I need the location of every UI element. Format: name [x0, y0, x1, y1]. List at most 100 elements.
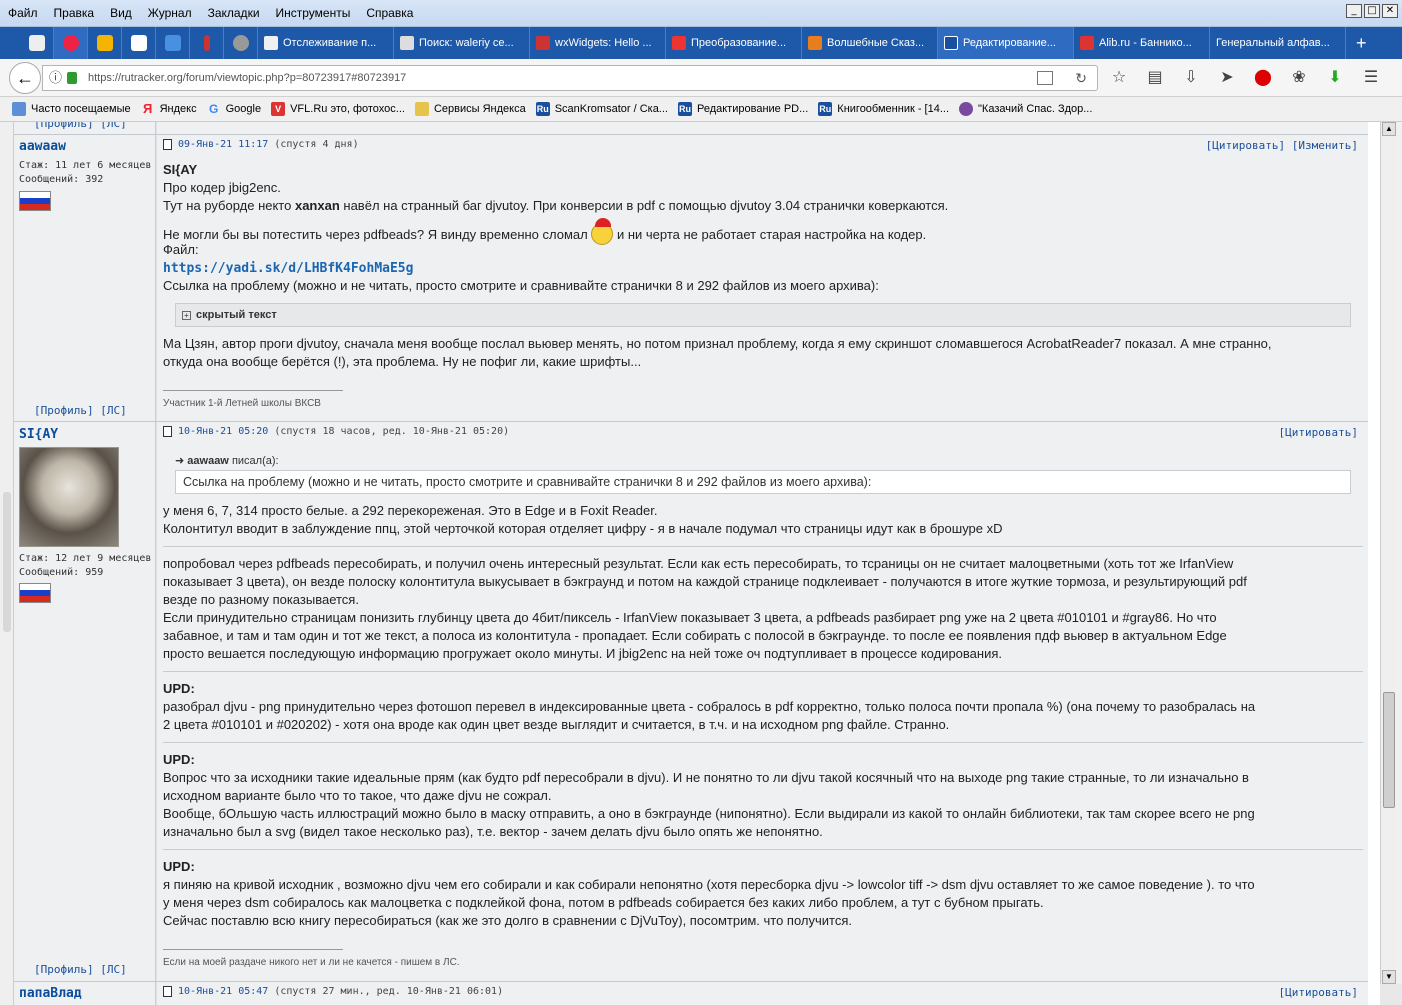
- post1-line: Не могли бы вы потестить через pdfbeads?…: [163, 218, 926, 245]
- pinned-tab-5[interactable]: [156, 27, 190, 59]
- menu-edit[interactable]: Правка: [46, 6, 103, 20]
- tab-4[interactable]: Преобразование...: [666, 27, 802, 59]
- send-icon[interactable]: ➤: [1216, 67, 1238, 87]
- tab-3[interactable]: wxWidgets: Hello ...: [530, 27, 666, 59]
- pinned-tab-6[interactable]: [190, 27, 224, 59]
- bookmark-yandex[interactable]: Я Яндекс: [141, 102, 197, 116]
- post3-meta: (спустя 27 мин., ред. 10-Янв-21 06:01): [274, 986, 504, 997]
- pinned-tab-2[interactable]: [54, 27, 88, 59]
- spoiler-label: скрытый текст: [196, 309, 277, 321]
- pinned-tab-7[interactable]: [224, 27, 258, 59]
- post2-date[interactable]: 10-Янв-21 05:20: [178, 426, 268, 437]
- close-button[interactable]: ✕: [1382, 4, 1398, 18]
- post-link-icon[interactable]: [163, 139, 172, 150]
- reader-view-icon[interactable]: [1037, 71, 1053, 85]
- star-icon: [62, 35, 79, 51]
- bookmark-google[interactable]: G Google: [207, 102, 261, 116]
- post1-author-panel: aawaaw Стаж: 11 лет 6 месяцев Сообщений:…: [14, 135, 156, 421]
- sidebar-collapse-strip[interactable]: [0, 122, 14, 1005]
- tab-5[interactable]: Волшебные Сказ...: [802, 27, 938, 59]
- minimize-button[interactable]: _: [1346, 4, 1362, 18]
- pinned-tab-4[interactable]: [122, 27, 156, 59]
- hidden-text-spoiler[interactable]: + скрытый текст: [175, 303, 1351, 327]
- post-link-icon[interactable]: [163, 426, 172, 437]
- bookmark-frequent[interactable]: Часто посещаемые: [12, 102, 131, 116]
- bookmark-label: Редактирование PD...: [696, 103, 809, 115]
- post2-line: попробовал через pdfbeads пересобирать, …: [163, 556, 1234, 571]
- scroll-down-arrow-icon[interactable]: ▼: [1382, 970, 1396, 984]
- tab-2[interactable]: Поиск: waleriy ce...: [394, 27, 530, 59]
- post1-profile-links[interactable]: [Профиль] [ЛС]: [34, 404, 127, 417]
- adblock-icon[interactable]: ⬤: [1252, 67, 1274, 87]
- menu-bookmarks[interactable]: Закладки: [200, 6, 268, 20]
- download-icon[interactable]: ⇩: [1180, 67, 1202, 87]
- bookmark-vfl[interactable]: V VFL.Ru это, фотохос...: [271, 102, 405, 116]
- tab-8[interactable]: Генеральный алфав...: [1210, 27, 1346, 59]
- signature-divider: [163, 949, 343, 950]
- quote-wrote: писал(а):: [231, 455, 279, 467]
- tab-6[interactable]: Редактирование...: [938, 27, 1074, 59]
- bookmark-kazachiy[interactable]: "Казачий Спас. Здор...: [959, 102, 1092, 116]
- prev-post-left: [Профиль] [ЛС]: [14, 122, 156, 134]
- tab-7[interactable]: Alib.ru - Баннико...: [1074, 27, 1210, 59]
- post3-author[interactable]: папаВлад: [19, 986, 82, 1001]
- back-button[interactable]: ←: [9, 62, 41, 94]
- extension-icon[interactable]: ❀: [1288, 67, 1310, 87]
- lock-icon: [67, 72, 77, 84]
- bookmark-label: Google: [225, 103, 262, 115]
- pinned-tab-1[interactable]: [20, 27, 54, 59]
- menu-icon[interactable]: ☰: [1360, 67, 1382, 87]
- post2-line: везде по разному показывается.: [163, 592, 359, 607]
- post1-date[interactable]: 09-Янв-21 11:17: [178, 139, 268, 150]
- menu-history[interactable]: Журнал: [140, 6, 200, 20]
- menu-help[interactable]: Справка: [358, 6, 421, 20]
- bookmark-scankromsator[interactable]: Ru ScanKromsator / Ска...: [535, 102, 668, 116]
- post-link-icon[interactable]: [163, 986, 172, 997]
- library-icon[interactable]: ▤: [1144, 67, 1166, 87]
- reload-icon[interactable]: ↻: [1075, 66, 1087, 90]
- post1-author[interactable]: aawaaw: [19, 139, 66, 154]
- bookmark-book-exchange[interactable]: Ru Книгообменник - [14...: [818, 102, 949, 116]
- post2-profile-links[interactable]: [Профиль] [ЛС]: [34, 963, 127, 976]
- bookmarks-bar: Часто посещаемые Я Яндекс G Google V VFL.Ru…: [0, 97, 1402, 122]
- sidebar-grip[interactable]: [3, 492, 11, 632]
- download-helper-icon[interactable]: ⬇: [1324, 67, 1346, 87]
- resize-corner[interactable]: [1380, 984, 1402, 1005]
- bookmark-pdf-edit[interactable]: Ru Редактирование PD...: [677, 102, 809, 116]
- post1-actions[interactable]: [Цитировать] [Изменить]: [1206, 139, 1358, 152]
- post2-actions[interactable]: [Цитировать]: [1279, 426, 1358, 439]
- bookmark-yandex-services[interactable]: Сервисы Яндекса: [414, 102, 526, 116]
- tab-5-icon: [808, 36, 822, 50]
- pinned-tab-3[interactable]: [88, 27, 122, 59]
- post1-stage: Стаж: 11 лет 6 месяцев: [19, 160, 152, 171]
- new-tab-button[interactable]: +: [1346, 33, 1377, 54]
- tab-bar: Отслеживание п... Поиск: waleriy ce... w…: [0, 27, 1402, 59]
- menu-tools[interactable]: Инструменты: [268, 6, 359, 20]
- menu-view[interactable]: Вид: [102, 6, 140, 20]
- vertical-scrollbar[interactable]: ▲ ▼: [1380, 122, 1396, 984]
- post3-actions[interactable]: [Цитировать]: [1279, 986, 1358, 999]
- url-bar[interactable]: ⓘ https://rutracker.org/forum/viewtopic.…: [42, 65, 1098, 91]
- scrollbar-thumb[interactable]: [1383, 692, 1395, 808]
- post1-line: Тут на руборде некто xanxan навёл на стр…: [163, 197, 948, 215]
- document-icon: [130, 35, 147, 51]
- signature-divider: [163, 390, 343, 391]
- quote-author[interactable]: aawaaw: [187, 455, 229, 467]
- rutracker-icon: Ru: [677, 102, 692, 116]
- post2-author[interactable]: SI{AY: [19, 427, 58, 442]
- maximize-button[interactable]: □: [1364, 4, 1380, 18]
- scroll-up-arrow-icon[interactable]: ▲: [1382, 122, 1396, 136]
- bookmark-star-icon[interactable]: ☆: [1108, 67, 1130, 87]
- quote-header: ➜ aawaaw писал(а):: [175, 454, 279, 467]
- tab-1[interactable]: Отслеживание п...: [258, 27, 394, 59]
- post1-file-link[interactable]: https://yadi.sk/d/LHBfK4FohMaE5g: [163, 261, 413, 276]
- tab-7-label: Alib.ru - Баннико...: [1099, 37, 1192, 49]
- post3-body: 10-Янв-21 05:47 (спустя 27 мин., ред. 10…: [157, 982, 1368, 1005]
- folder-icon: [414, 102, 429, 116]
- menu-file[interactable]: Файл: [0, 6, 46, 20]
- profile-links[interactable]: [Профиль] [ЛС]: [34, 122, 127, 130]
- info-icon[interactable]: ⓘ: [49, 66, 62, 90]
- menu-bar: Файл Правка Вид Журнал Закладки Инструме…: [0, 0, 1402, 27]
- post2-line: изначально был а svg (видел такое нескол…: [163, 824, 823, 839]
- post3-date[interactable]: 10-Янв-21 05:47: [178, 986, 268, 997]
